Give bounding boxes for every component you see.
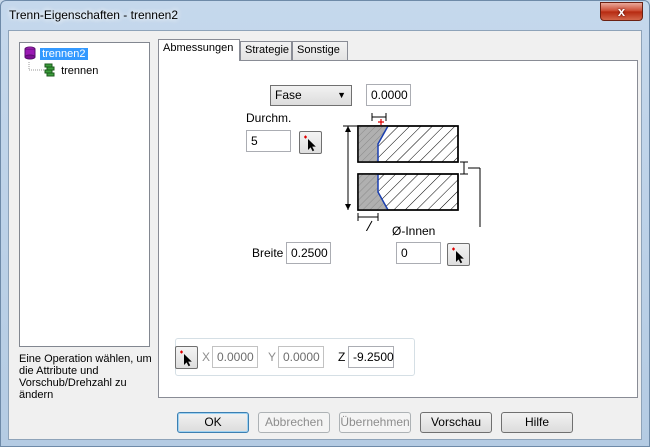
diameter-input[interactable]: 5 — [246, 130, 291, 152]
apply-button[interactable]: Übernehmen — [339, 412, 411, 433]
close-icon: x — [617, 4, 626, 19]
tab-sonstige[interactable]: Sonstige — [292, 41, 348, 60]
cancel-button[interactable]: Abbrechen — [258, 412, 330, 433]
hint-text: Eine Operation wählen, um die Attribute … — [19, 353, 152, 401]
preview-button[interactable]: Vorschau — [420, 412, 492, 433]
window-title: Trenn-Eigenschaften - trennen2 — [9, 8, 178, 22]
z-input[interactable]: -9.2500 — [348, 346, 394, 368]
ok-button[interactable]: OK — [177, 412, 249, 433]
operation-tree[interactable]: trennen2 trennen — [19, 42, 150, 347]
title-bar[interactable]: Trenn-Eigenschaften - trennen2 x — [1, 1, 649, 29]
parting-geometry-diagram — [343, 113, 481, 231]
tab-abmessungen[interactable]: Abmessungen — [158, 39, 240, 61]
y-input[interactable]: 0.0000 — [278, 346, 324, 368]
pick-cursor-icon — [304, 135, 316, 152]
diameter-label: Durchm. — [246, 111, 292, 125]
z-label: Z — [338, 350, 346, 364]
close-button[interactable]: x — [600, 2, 643, 21]
help-button[interactable]: Hilfe — [501, 412, 573, 433]
tab-strategie[interactable]: Strategie — [240, 41, 292, 60]
cylinder-icon — [24, 46, 36, 60]
dialog-client-area: trennen2 trennen Eine Operation wählen, … — [8, 30, 642, 440]
tree-item-trennen2[interactable]: trennen2 — [23, 46, 88, 62]
x-label: X — [202, 350, 211, 364]
tree-item-label: trennen2 — [40, 48, 88, 60]
width-input[interactable]: 0.2500 — [286, 242, 331, 264]
dialog-window: Trenn-Eigenschaften - trennen2 x trennen… — [0, 0, 650, 447]
y-label: Y — [268, 350, 277, 364]
shape-select[interactable]: Fase ▼ — [270, 85, 352, 106]
inner-diameter-input[interactable]: 0 — [396, 242, 441, 264]
inner-diameter-label: Ø-Innen — [392, 224, 436, 238]
pick-point-button[interactable] — [175, 346, 198, 369]
width-label: Breite — [252, 246, 284, 260]
x-input[interactable]: 0.0000 — [212, 346, 258, 368]
pick-cursor-icon — [452, 247, 464, 264]
pick-inner-diameter-button[interactable] — [447, 243, 470, 266]
parting-tool-icon — [44, 63, 55, 77]
shape-select-value: Fase — [275, 88, 302, 102]
pick-cursor-icon — [180, 350, 192, 367]
tree-item-trennen[interactable]: trennen — [42, 63, 100, 79]
tree-item-label: trennen — [61, 65, 99, 77]
chamfer-input[interactable]: 0.0000 — [366, 84, 411, 106]
chevron-down-icon: ▼ — [337, 90, 346, 100]
pick-diameter-button[interactable] — [299, 131, 322, 154]
